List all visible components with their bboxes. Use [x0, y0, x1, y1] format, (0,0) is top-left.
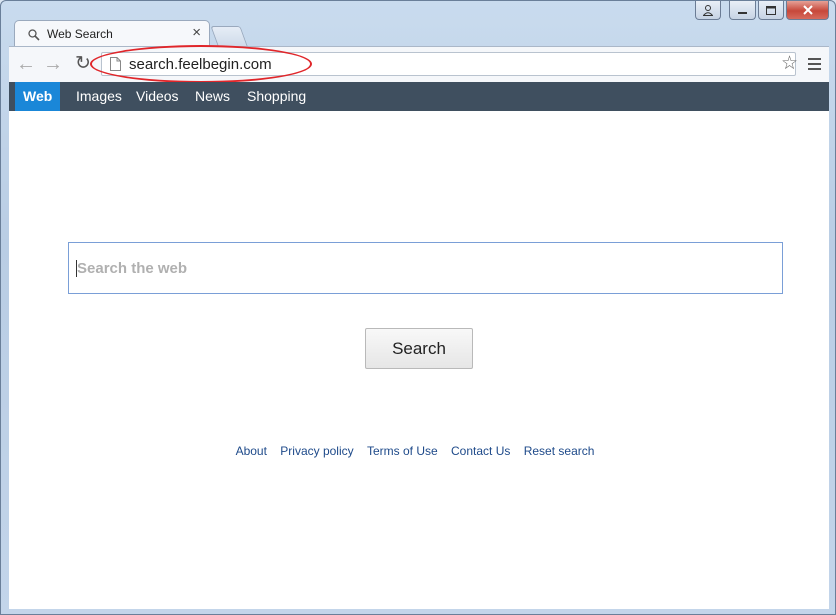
- search-button[interactable]: Search: [365, 328, 473, 369]
- search-icon: [28, 28, 40, 41]
- forward-arrow-icon[interactable]: →: [42, 53, 64, 75]
- user-icon[interactable]: [695, 1, 721, 20]
- footer-link-terms[interactable]: Terms of Use: [367, 444, 438, 458]
- nav-item-web[interactable]: Web: [15, 82, 61, 111]
- browser-tab[interactable]: Web Search ×: [14, 20, 210, 47]
- menu-icon[interactable]: [808, 58, 821, 73]
- nav-item-news[interactable]: News: [187, 82, 238, 111]
- back-arrow-icon[interactable]: ←: [15, 53, 37, 75]
- footer-link-privacy[interactable]: Privacy policy: [280, 444, 353, 458]
- page-content: Search About Privacy policy Terms of Use…: [9, 111, 829, 609]
- maximize-button[interactable]: [758, 1, 784, 20]
- window-controls: [695, 1, 829, 20]
- bookmark-star-icon[interactable]: ☆: [781, 53, 798, 75]
- text-caret: [76, 260, 77, 277]
- category-nav: Web Images Videos News Shopping: [9, 82, 829, 111]
- search-input[interactable]: [69, 243, 782, 293]
- browser-window: Web Search × ← → ↻ search.feelbegin.com …: [0, 0, 836, 615]
- footer-link-contact[interactable]: Contact Us: [451, 444, 510, 458]
- nav-item-images[interactable]: Images: [68, 82, 130, 111]
- tab-title: Web Search: [47, 27, 113, 41]
- footer-link-about[interactable]: About: [236, 444, 267, 458]
- nav-item-shopping[interactable]: Shopping: [239, 82, 314, 111]
- nav-item-videos[interactable]: Videos: [128, 82, 187, 111]
- url-highlight-ellipse: [90, 45, 312, 83]
- close-window-button[interactable]: [786, 1, 829, 20]
- minimize-button[interactable]: [729, 1, 756, 20]
- search-box: [68, 242, 783, 294]
- new-tab-button[interactable]: [210, 26, 248, 46]
- tab-close-icon[interactable]: ×: [192, 25, 201, 40]
- footer-link-reset[interactable]: Reset search: [524, 444, 595, 458]
- footer-links: About Privacy policy Terms of Use Contac…: [9, 444, 821, 458]
